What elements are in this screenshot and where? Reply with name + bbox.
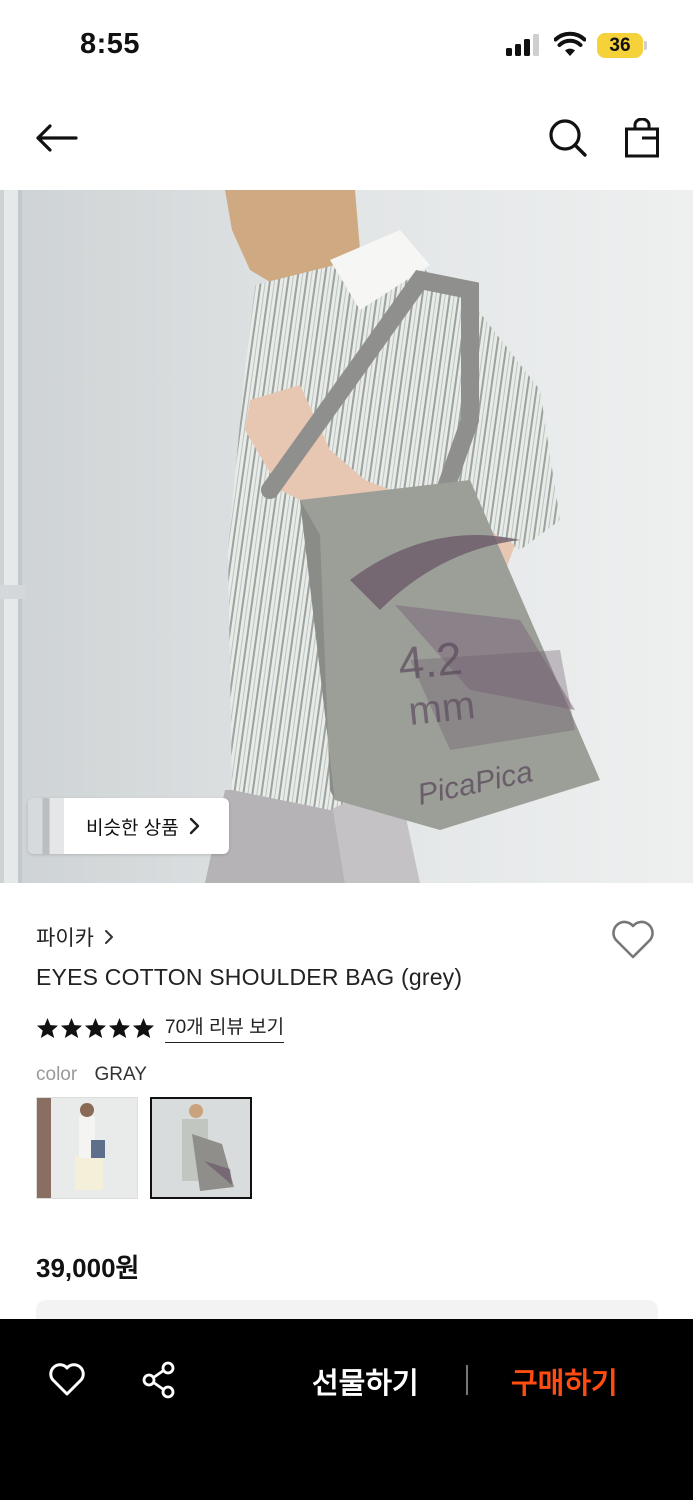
swatch-thumbnail (37, 1098, 137, 1198)
share-icon (142, 1361, 175, 1399)
share-button[interactable] (136, 1357, 182, 1403)
wifi-icon (554, 31, 586, 56)
star-icon (60, 1017, 83, 1038)
action-divider (466, 1365, 468, 1395)
star-icon (108, 1017, 131, 1038)
like-button[interactable] (44, 1357, 90, 1403)
gift-button[interactable]: 선물하기 (312, 1360, 419, 1402)
status-time: 8:55 (80, 28, 141, 60)
color-row: color GRAY (36, 1064, 147, 1086)
arrow-left-icon (36, 124, 78, 152)
star-icon (36, 1017, 59, 1038)
heart-icon (49, 1363, 85, 1396)
search-button[interactable] (542, 112, 594, 164)
swatch-thumbnail (152, 1099, 250, 1197)
product-image[interactable]: 4.2 mm PicaPica (0, 190, 693, 883)
back-button[interactable] (30, 112, 82, 164)
chevron-right-icon (104, 930, 113, 944)
product-title: EYES COTTON SHOULDER BAG (grey) (36, 964, 463, 990)
product-photo: 4.2 mm PicaPica (0, 190, 693, 883)
cart-button[interactable] (616, 112, 668, 164)
wishlist-heart-icon[interactable] (610, 920, 656, 960)
bottom-action-bar (0, 1319, 693, 1500)
top-nav (0, 92, 693, 190)
similar-products-button[interactable]: 비슷한 상품 (28, 798, 229, 854)
review-link[interactable]: 70개 리뷰 보기 (165, 1012, 285, 1043)
brand-link[interactable]: 파이카 (36, 922, 116, 952)
brand-name: 파이카 (36, 927, 94, 950)
chevron-right-icon (189, 817, 199, 835)
similar-products-label: 비슷한 상품 (86, 817, 179, 839)
star-icon (84, 1017, 107, 1038)
product-price: 39,000원 (36, 1253, 140, 1283)
rating-row: 70개 리뷰 보기 (36, 1012, 285, 1043)
battery-nub (644, 41, 647, 50)
search-icon (549, 119, 587, 157)
status-bar: 8:55 36 (0, 0, 693, 92)
svg-text:4.2: 4.2 (396, 632, 465, 690)
buy-button[interactable]: 구매하기 (511, 1360, 618, 1402)
svg-text:mm: mm (406, 683, 477, 734)
color-swatch-option[interactable] (36, 1097, 138, 1199)
color-value: GRAY (94, 1064, 147, 1085)
color-swatches (36, 1097, 252, 1199)
battery-indicator: 36 (597, 33, 643, 58)
shopping-bag-icon (625, 118, 659, 158)
color-swatch-option-selected[interactable] (150, 1097, 252, 1199)
similar-thumbnail (28, 798, 64, 854)
rating-stars (36, 1017, 155, 1039)
color-label: color (36, 1064, 78, 1085)
signal-icon (506, 34, 542, 56)
star-icon (132, 1017, 155, 1038)
